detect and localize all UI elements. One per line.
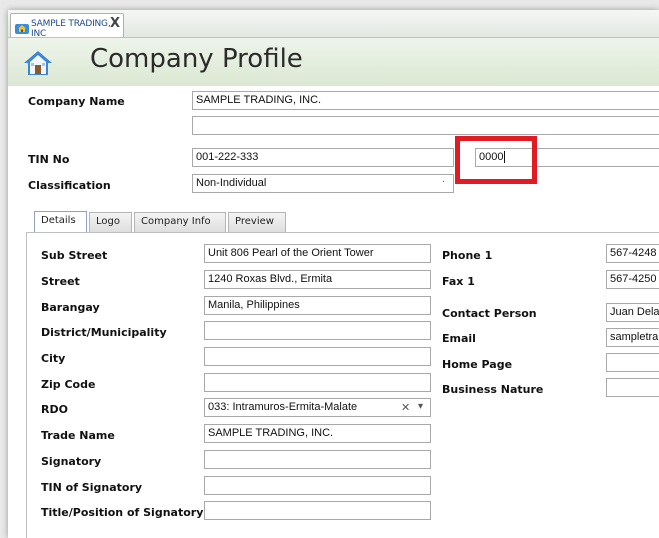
city-label: City bbox=[41, 352, 66, 365]
rdo-select[interactable]: 033: Intramuros-Ermita-Malate bbox=[204, 398, 431, 417]
document-tab-company[interactable]: SAMPLE TRADING, INC X bbox=[10, 13, 124, 39]
street-input[interactable]: 1240 Roxas Blvd., Ermita bbox=[204, 270, 431, 289]
classification-value: Non-Individual bbox=[196, 177, 267, 189]
rdo-value: 033: Intramuros-Ermita-Malate bbox=[208, 401, 358, 413]
close-tab-icon[interactable]: X bbox=[110, 16, 120, 31]
highlight-box bbox=[455, 136, 537, 184]
sub-street-input[interactable]: Unit 806 Pearl of the Orient Tower bbox=[204, 244, 431, 263]
tab-preview[interactable]: Preview bbox=[228, 212, 286, 232]
document-tabstrip: SAMPLE TRADING, INC X bbox=[8, 10, 659, 39]
home-page-label: Home Page bbox=[442, 358, 513, 371]
company-name-line2-input[interactable] bbox=[192, 116, 659, 135]
phone-1-input[interactable]: 567-4248 bbox=[606, 244, 659, 263]
barangay-input[interactable]: Manila, Philippines bbox=[204, 296, 431, 315]
trade-name-label: Trade Name bbox=[41, 429, 115, 442]
rdo-dropdown-icon[interactable]: ▾ bbox=[418, 401, 423, 412]
street-label: Street bbox=[41, 275, 80, 288]
email-input[interactable]: sampletra bbox=[606, 328, 659, 347]
company-icon bbox=[15, 19, 29, 38]
business-nature-input[interactable] bbox=[606, 378, 659, 397]
rdo-clear-icon[interactable]: ✕ bbox=[401, 401, 410, 414]
contact-person-label: Contact Person bbox=[442, 307, 537, 320]
page-title: Company Profile bbox=[90, 44, 303, 74]
classification-label: Classification bbox=[28, 179, 111, 192]
phone-1-label: Phone 1 bbox=[442, 249, 493, 262]
signatory-title-label: Title/Position of Signatory bbox=[41, 506, 204, 519]
house-icon bbox=[24, 50, 52, 80]
company-name-input[interactable]: SAMPLE TRADING, INC. bbox=[192, 91, 659, 110]
tin-of-signatory-label: TIN of Signatory bbox=[41, 481, 143, 494]
contact-person-input[interactable]: Juan Dela bbox=[606, 303, 659, 322]
app-window: SAMPLE TRADING, INC X Company Profile Co… bbox=[8, 10, 659, 538]
district-label: District/Municipality bbox=[41, 326, 167, 339]
tin-label: TIN No bbox=[28, 153, 70, 166]
tin-of-signatory-input[interactable] bbox=[204, 476, 431, 495]
classification-select[interactable]: Non-Individual bbox=[192, 174, 454, 193]
fax-1-input[interactable]: 567-4250 bbox=[606, 270, 659, 289]
barangay-label: Barangay bbox=[41, 301, 100, 314]
zip-code-input[interactable] bbox=[204, 373, 431, 392]
tab-details[interactable]: Details bbox=[34, 211, 87, 233]
home-page-input[interactable] bbox=[606, 353, 659, 372]
signatory-label: Signatory bbox=[41, 455, 102, 468]
company-name-label: Company Name bbox=[28, 95, 125, 108]
signatory-title-input[interactable] bbox=[204, 501, 431, 520]
fax-1-label: Fax 1 bbox=[442, 275, 475, 288]
rdo-label: RDO bbox=[41, 403, 68, 416]
tin-input[interactable]: 001-222-333 bbox=[192, 148, 454, 167]
trade-name-input[interactable]: SAMPLE TRADING, INC. bbox=[204, 424, 431, 443]
zip-code-label: Zip Code bbox=[41, 378, 96, 391]
sub-street-label: Sub Street bbox=[41, 249, 108, 262]
page-header: Company Profile bbox=[8, 38, 659, 86]
signatory-input[interactable] bbox=[204, 450, 431, 469]
email-label: Email bbox=[442, 332, 476, 345]
city-input[interactable] bbox=[204, 347, 431, 366]
tab-company-info[interactable]: Company Info bbox=[134, 212, 226, 232]
tab-logo[interactable]: Logo bbox=[89, 212, 132, 232]
district-input[interactable] bbox=[204, 321, 431, 340]
business-nature-label: Business Nature bbox=[442, 383, 544, 396]
classification-dropdown-icon[interactable]: · bbox=[442, 177, 445, 188]
